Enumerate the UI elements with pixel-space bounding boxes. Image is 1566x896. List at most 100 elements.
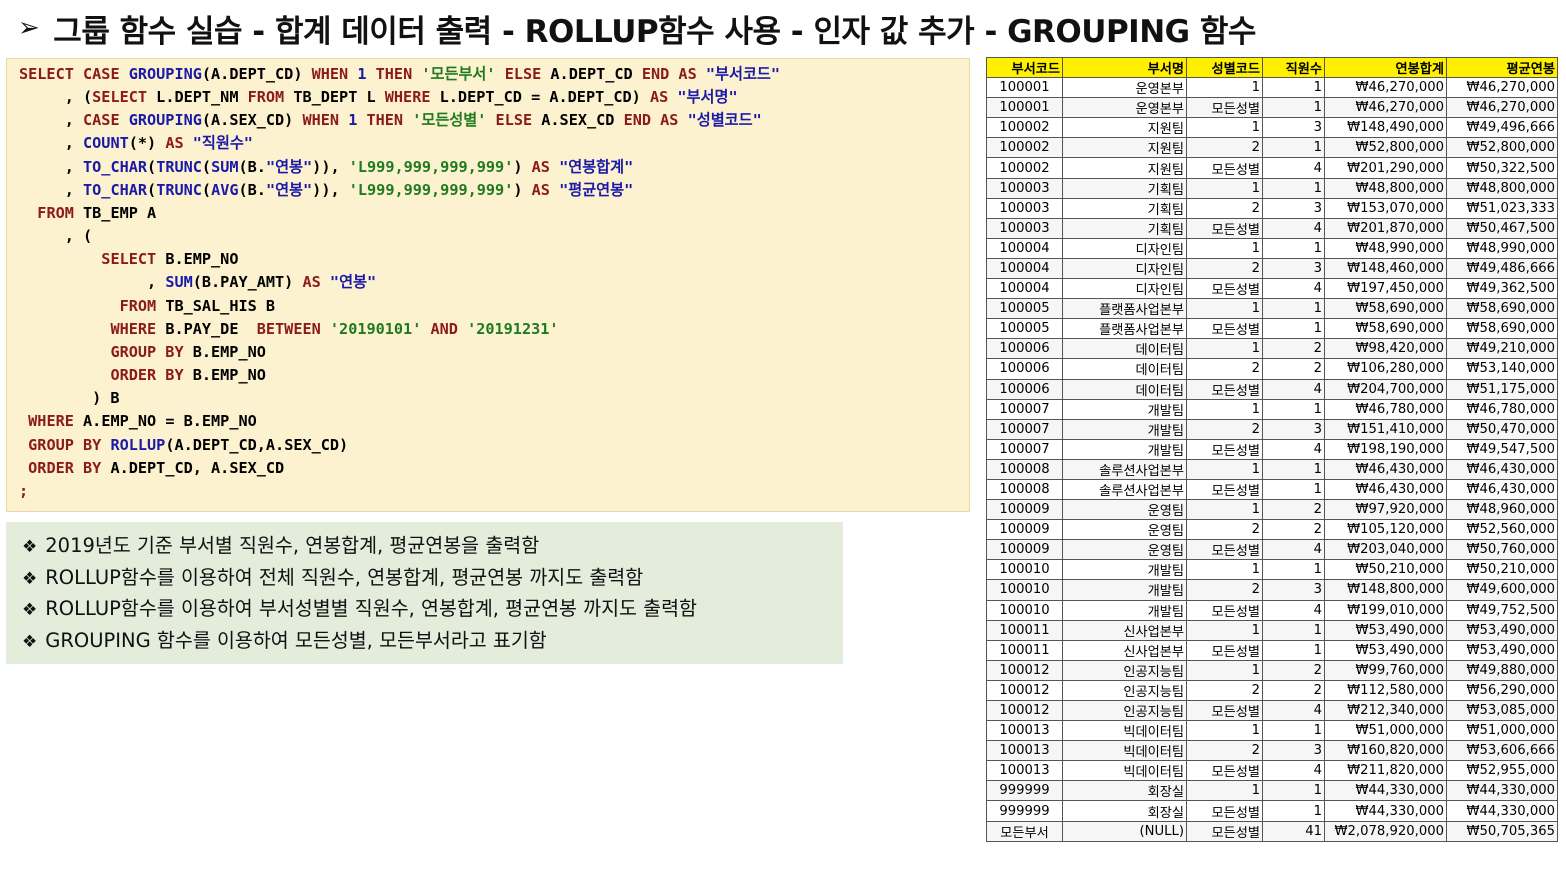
table-row[interactable]: 100010 개발팀 모든성별 4 ₩199,010,000 ₩49,752,500 [986,599,1558,621]
cell-emp-count[interactable]: 2 [1262,519,1325,541]
cell-sex-code[interactable]: 2 [1186,740,1263,762]
cell-sex-code[interactable]: 1 [1186,458,1263,480]
cell-dept-code[interactable]: 100009 [986,499,1063,521]
table-row[interactable]: 100004 디자인팀 모든성별 4 ₩197,450,000 ₩49,362,500 [986,278,1558,300]
cell-emp-count[interactable]: 3 [1262,740,1325,762]
cell-dept-name[interactable]: 기획팀 [1062,217,1187,239]
cell-dept-name[interactable]: 지원팀 [1062,157,1187,179]
cell-dept-name[interactable]: 기획팀 [1062,197,1187,219]
cell-sex-code[interactable]: 모든성별 [1186,820,1263,842]
cell-salary-avg[interactable]: ₩48,960,000 [1446,499,1558,521]
cell-emp-count[interactable]: 1 [1262,398,1325,420]
table-row[interactable]: 100001 운영본부 1 1 ₩46,270,000 ₩46,270,000 [986,77,1558,99]
cell-sex-code[interactable]: 모든성별 [1186,97,1263,119]
cell-sex-code[interactable]: 1 [1186,659,1263,681]
cell-salary-avg[interactable]: ₩50,322,500 [1446,157,1558,179]
cell-sex-code[interactable]: 모든성별 [1186,699,1263,722]
cell-dept-name[interactable]: 운영팀 [1062,499,1187,521]
table-row[interactable]: 100013 빅데이터팀 모든성별 4 ₩211,820,000 ₩52,955,000 [986,760,1558,782]
table-row[interactable]: 100010 개발팀 2 3 ₩148,800,000 ₩49,600,000 [986,579,1558,601]
cell-salary-sum[interactable]: ₩153,070,000 [1324,197,1447,219]
table-row[interactable]: 100012 인공지능팀 모든성별 4 ₩212,340,000 ₩53,085,000 [986,699,1558,722]
cell-salary-avg[interactable]: ₩49,600,000 [1446,579,1558,601]
table-row[interactable]: 100005 플랫폼사업본부 1 1 ₩58,690,000 ₩58,690,000 [986,298,1558,320]
cell-dept-name[interactable]: 빅데이터팀 [1062,760,1187,782]
cell-dept-name[interactable]: 운영본부 [1062,97,1187,119]
cell-sex-code[interactable]: 모든성별 [1186,278,1263,300]
cell-salary-avg[interactable]: ₩49,752,500 [1446,599,1558,621]
cell-dept-name[interactable]: 디자인팀 [1062,237,1187,259]
cell-dept-name[interactable]: (NULL) [1062,820,1187,842]
table-row[interactable]: 100003 기획팀 2 3 ₩153,070,000 ₩51,023,333 [986,197,1558,219]
cell-emp-count[interactable]: 2 [1262,358,1325,380]
table-row[interactable]: 100001 운영본부 모든성별 1 ₩46,270,000 ₩46,270,000 [986,97,1558,119]
cell-sex-code[interactable]: 2 [1186,579,1263,601]
cell-dept-code[interactable]: 999999 [986,800,1063,822]
cell-dept-code[interactable]: 100012 [986,679,1063,702]
cell-dept-code[interactable]: 100006 [986,358,1063,380]
cell-emp-count[interactable]: 1 [1262,237,1325,259]
cell-salary-sum[interactable]: ₩106,280,000 [1324,358,1447,380]
cell-dept-name[interactable]: 개발팀 [1062,398,1187,420]
cell-salary-sum[interactable]: ₩97,920,000 [1324,499,1447,521]
cell-sex-code[interactable]: 모든성별 [1186,438,1263,460]
cell-dept-code[interactable]: 100010 [986,559,1063,581]
table-row[interactable]: 100006 데이터팀 1 2 ₩98,420,000 ₩49,210,000 [986,338,1558,360]
cell-dept-name[interactable]: 지원팀 [1062,117,1187,139]
cell-sex-code[interactable]: 모든성별 [1186,639,1263,661]
col-header-dept-name[interactable]: 부서명 [1062,56,1187,79]
cell-dept-name[interactable]: 빅데이터팀 [1062,740,1187,762]
cell-salary-sum[interactable]: ₩148,460,000 [1324,257,1447,280]
cell-emp-count[interactable]: 1 [1262,720,1325,742]
cell-salary-sum[interactable]: ₩199,010,000 [1324,599,1447,621]
cell-dept-name[interactable]: 회장실 [1062,780,1187,802]
cell-sex-code[interactable]: 1 [1186,177,1263,199]
cell-dept-name[interactable]: 신사업본부 [1062,619,1187,641]
cell-emp-count[interactable]: 3 [1262,418,1325,440]
table-row[interactable]: 100007 개발팀 2 3 ₩151,410,000 ₩50,470,000 [986,418,1558,440]
cell-salary-avg[interactable]: ₩56,290,000 [1446,679,1558,702]
cell-salary-sum[interactable]: ₩203,040,000 [1324,539,1447,561]
cell-emp-count[interactable]: 41 [1262,820,1325,842]
col-header-salary-sum[interactable]: 연봉합계 [1324,56,1447,79]
cell-emp-count[interactable]: 4 [1262,217,1325,239]
cell-emp-count[interactable]: 1 [1262,458,1325,480]
cell-sex-code[interactable]: 1 [1186,559,1263,581]
cell-emp-count[interactable]: 3 [1262,117,1325,139]
cell-salary-avg[interactable]: ₩46,430,000 [1446,458,1558,480]
cell-sex-code[interactable]: 1 [1186,499,1263,521]
cell-emp-count[interactable]: 4 [1262,760,1325,782]
cell-salary-avg[interactable]: ₩46,780,000 [1446,398,1558,420]
table-row[interactable]: 100007 개발팀 모든성별 4 ₩198,190,000 ₩49,547,500 [986,438,1558,460]
cell-dept-code[interactable]: 모든부서 [986,820,1063,842]
table-row[interactable]: 100009 운영팀 2 2 ₩105,120,000 ₩52,560,000 [986,519,1558,541]
cell-sex-code[interactable]: 1 [1186,720,1263,742]
cell-dept-code[interactable]: 100011 [986,619,1063,641]
cell-dept-code[interactable]: 100010 [986,579,1063,601]
cell-salary-sum[interactable]: ₩44,330,000 [1324,780,1447,802]
cell-emp-count[interactable]: 4 [1262,278,1325,300]
cell-sex-code[interactable]: 1 [1186,619,1263,641]
cell-sex-code[interactable]: 2 [1186,197,1263,219]
cell-dept-name[interactable]: 디자인팀 [1062,257,1187,280]
cell-sex-code[interactable]: 2 [1186,137,1263,159]
cell-dept-code[interactable]: 100010 [986,599,1063,621]
table-row[interactable]: 100009 운영팀 1 2 ₩97,920,000 ₩48,960,000 [986,499,1558,521]
cell-sex-code[interactable]: 모든성별 [1186,217,1263,239]
cell-dept-name[interactable]: 데이터팀 [1062,338,1187,360]
cell-salary-avg[interactable]: ₩50,210,000 [1446,559,1558,581]
cell-emp-count[interactable]: 4 [1262,157,1325,179]
table-row[interactable]: 100011 신사업본부 1 1 ₩53,490,000 ₩53,490,000 [986,619,1558,641]
cell-emp-count[interactable]: 1 [1262,559,1325,581]
cell-dept-name[interactable]: 솔루션사업본부 [1062,478,1187,501]
cell-dept-name[interactable]: 개발팀 [1062,579,1187,601]
cell-sex-code[interactable]: 1 [1186,398,1263,420]
cell-dept-code[interactable]: 100002 [986,157,1063,179]
cell-sex-code[interactable]: 1 [1186,780,1263,802]
cell-dept-code[interactable]: 100012 [986,699,1063,722]
cell-salary-avg[interactable]: ₩53,490,000 [1446,619,1558,641]
col-header-salary-avg[interactable]: 평균연봉 [1446,56,1558,79]
cell-dept-code[interactable]: 100013 [986,740,1063,762]
table-row[interactable]: 999999 회장실 모든성별 1 ₩44,330,000 ₩44,330,000 [986,800,1558,822]
cell-dept-code[interactable]: 100005 [986,318,1063,340]
